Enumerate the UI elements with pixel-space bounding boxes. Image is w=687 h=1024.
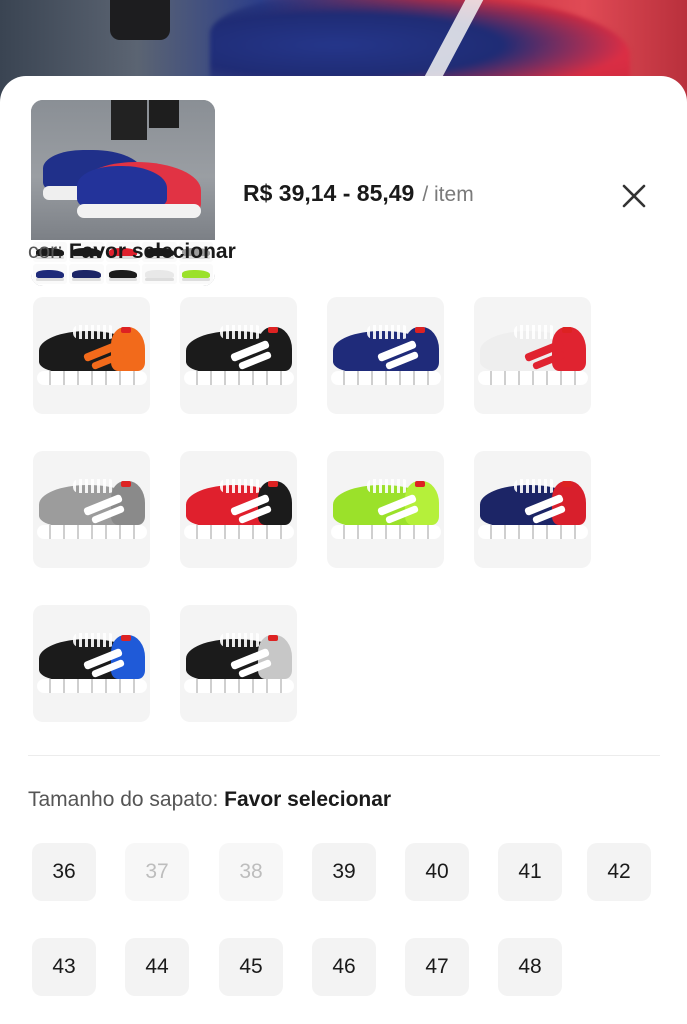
size-option-43[interactable]: 43 <box>32 938 96 996</box>
size-label-text: Tamanho do sapato: <box>28 788 219 811</box>
color-section-label: cor: Favor selecionar <box>28 240 236 264</box>
variant-mini-thumb <box>105 264 141 284</box>
size-option-36[interactable]: 36 <box>32 843 96 901</box>
size-option-47[interactable]: 47 <box>405 938 469 996</box>
color-option-navy-red[interactable] <box>474 451 591 568</box>
size-option-39[interactable]: 39 <box>312 843 376 901</box>
product-main-image <box>31 100 215 240</box>
variant-mini-thumb <box>178 264 213 284</box>
color-option-red-black[interactable] <box>180 451 297 568</box>
size-option-37: 37 <box>125 843 189 901</box>
color-option-black-white[interactable] <box>180 297 297 414</box>
variant-selector-sheet: R$ 39,14 - 85,49 / item cor: Favor selec… <box>0 76 687 1024</box>
size-option-44[interactable]: 44 <box>125 938 189 996</box>
color-option-black-orange[interactable] <box>33 297 150 414</box>
size-option-40[interactable]: 40 <box>405 843 469 901</box>
size-section-label: Tamanho do sapato: Favor selecionar <box>28 788 391 812</box>
price-range: R$ 39,14 - 85,49 <box>243 180 415 206</box>
color-option-white-red[interactable] <box>474 297 591 414</box>
variant-mini-thumb <box>33 264 68 284</box>
size-option-42[interactable]: 42 <box>587 843 651 901</box>
color-selection-status: Favor selecionar <box>68 240 236 263</box>
size-option-45[interactable]: 45 <box>219 938 283 996</box>
size-selection-status: Favor selecionar <box>224 788 392 811</box>
close-icon <box>622 184 646 208</box>
size-option-46[interactable]: 46 <box>312 938 376 996</box>
color-option-black-blue[interactable] <box>33 605 150 722</box>
variant-mini-thumb <box>142 264 177 284</box>
color-option-neon-green[interactable] <box>327 451 444 568</box>
price-row: R$ 39,14 - 85,49 / item <box>243 180 474 207</box>
size-option-38: 38 <box>219 843 283 901</box>
size-option-41[interactable]: 41 <box>498 843 562 901</box>
color-label-text: cor: <box>28 240 64 263</box>
section-divider <box>28 755 660 756</box>
color-option-gray-white[interactable] <box>33 451 150 568</box>
variant-mini-thumb <box>69 264 104 284</box>
size-option-48[interactable]: 48 <box>498 938 562 996</box>
price-unit: / item <box>422 183 474 206</box>
color-option-black-gray[interactable] <box>180 605 297 722</box>
color-option-navy-white[interactable] <box>327 297 444 414</box>
close-button[interactable] <box>610 176 658 216</box>
